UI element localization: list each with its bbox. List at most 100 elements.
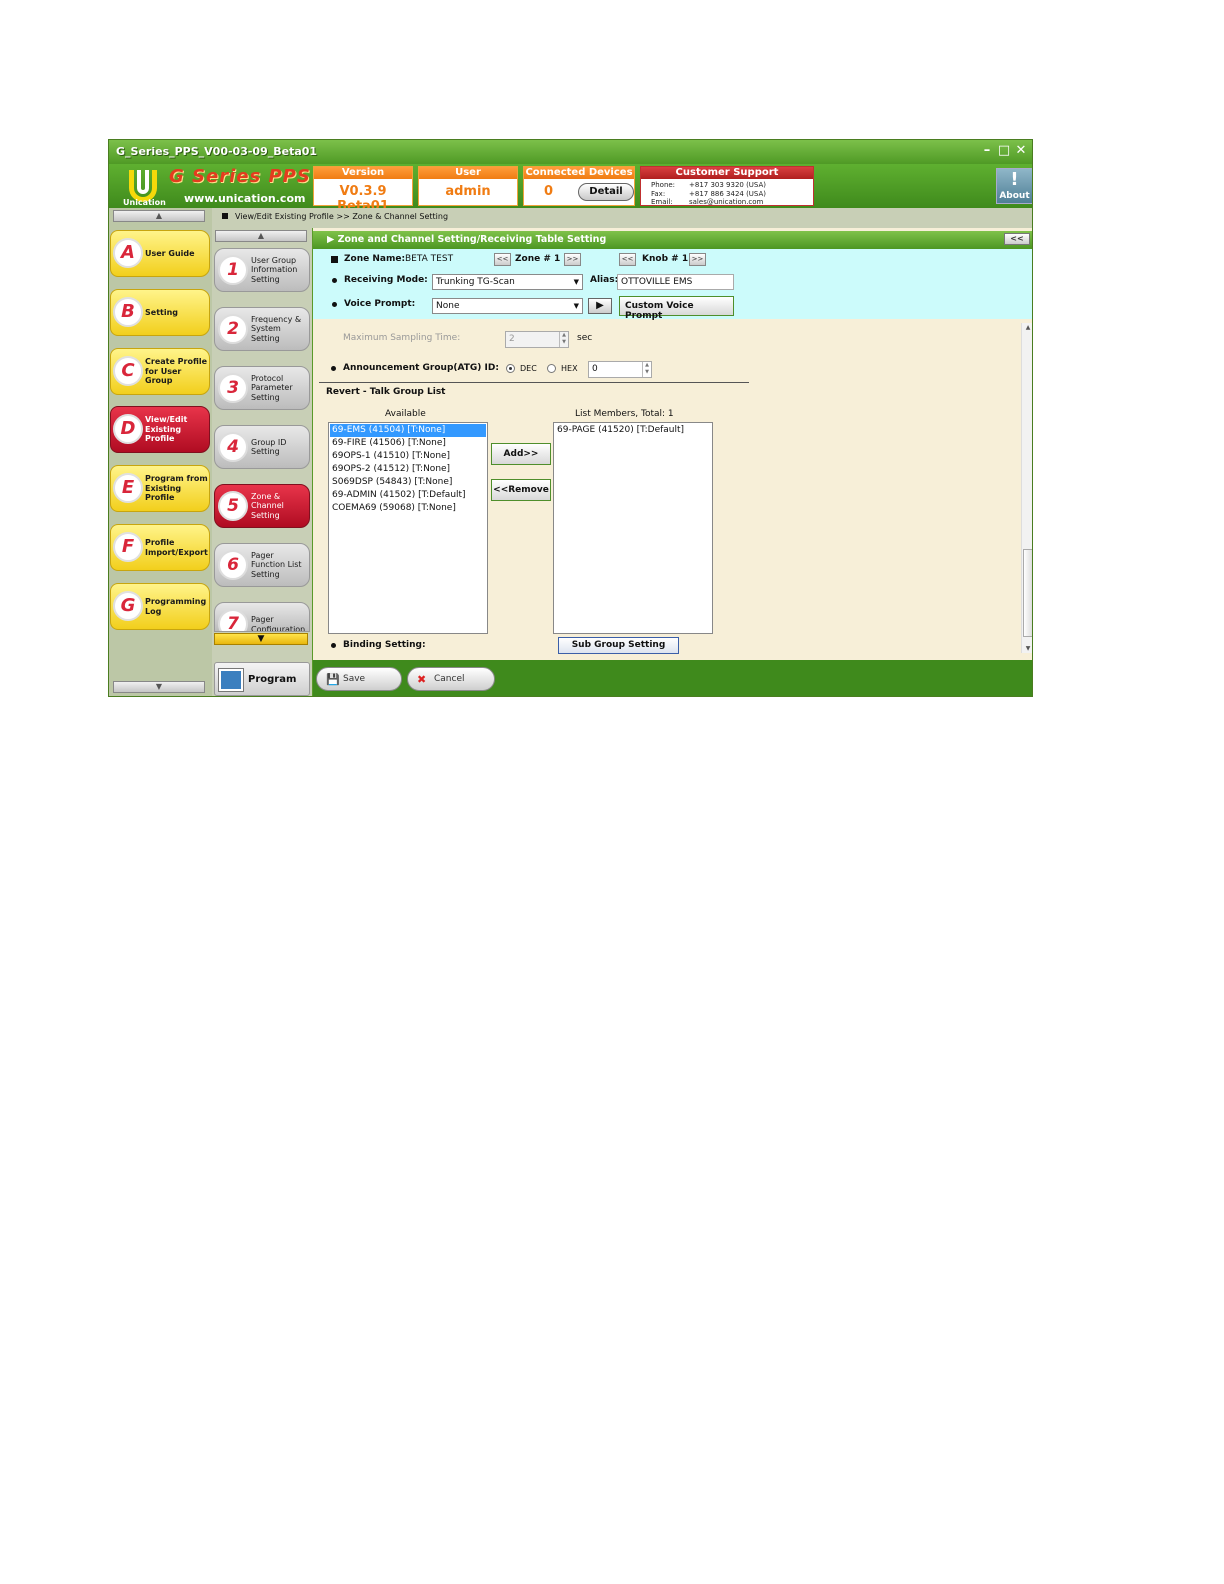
bullet-icon bbox=[332, 278, 337, 283]
custom-voice-prompt-button[interactable]: Custom Voice Prompt bbox=[619, 296, 734, 321]
nav-view-edit-profile[interactable]: D View/Edit Existing Profile bbox=[110, 406, 210, 453]
detail-button[interactable]: Detail bbox=[578, 183, 634, 201]
support-email: sales@unication.com bbox=[689, 198, 764, 206]
max-sampling-label: Maximum Sampling Time: bbox=[343, 333, 461, 343]
vertical-scrollbar[interactable]: ▲ ▼ bbox=[1021, 323, 1032, 653]
spinner-arrows-icon[interactable]: ▲ ▼ bbox=[642, 362, 651, 377]
alias-label: Alias: bbox=[590, 275, 619, 285]
binding-setting-label: Binding Setting: bbox=[343, 640, 426, 650]
spinner-arrows-icon[interactable]: ▲ ▼ bbox=[559, 332, 568, 347]
list-item[interactable]: 69-EMS (41504) [T:None] bbox=[330, 424, 486, 437]
step-protocol-parameter[interactable]: 3 Protocol Parameter Setting bbox=[214, 366, 310, 410]
sec-label: sec bbox=[577, 333, 593, 343]
dec-label: DEC bbox=[520, 364, 537, 373]
stepnav-scroll-up-icon[interactable]: ▲ bbox=[215, 230, 307, 242]
cancel-icon: ✖ bbox=[417, 673, 427, 686]
list-item[interactable]: COEMA69 (59068) [T:None] bbox=[330, 502, 486, 515]
nav-user-guide[interactable]: A User Guide bbox=[110, 230, 210, 277]
alias-input[interactable]: OTTOVILLE EMS bbox=[617, 274, 734, 290]
customer-support-box: Customer Support Phone: +817 303 9320 (US… bbox=[640, 166, 814, 206]
list-item[interactable]: 69-PAGE (41520) [T:Default] bbox=[555, 424, 711, 437]
dec-radio[interactable] bbox=[506, 364, 515, 373]
dropdown-arrow-icon: ▼ bbox=[573, 278, 579, 286]
hex-label: HEX bbox=[561, 364, 578, 373]
info-icon: ! bbox=[1010, 169, 1019, 190]
list-members-label: List Members, Total: 1 bbox=[575, 409, 674, 419]
available-label: Available bbox=[385, 409, 426, 419]
bullet-icon bbox=[331, 643, 336, 648]
zone-prev-button[interactable]: << bbox=[494, 253, 511, 266]
divider bbox=[319, 382, 749, 383]
sub-group-setting-button[interactable]: Sub Group Setting bbox=[558, 637, 679, 654]
brand-title: G Series PPS bbox=[169, 166, 311, 187]
minimize-icon[interactable]: – bbox=[980, 143, 994, 159]
scroll-thumb[interactable] bbox=[1023, 549, 1032, 637]
lower-settings-pane: Maximum Sampling Time: 2 ▲ ▼ sec Announce… bbox=[313, 319, 1032, 660]
step-frequency-system[interactable]: 2 Frequency & System Setting bbox=[214, 307, 310, 351]
available-list[interactable]: 69-EMS (41504) [T:None] 69-FIRE (41506) … bbox=[328, 422, 488, 634]
stepnav-scroll-down-icon[interactable]: ▼ bbox=[214, 633, 308, 645]
nav-programming-log[interactable]: G Programming Log bbox=[110, 583, 210, 630]
hex-radio[interactable] bbox=[547, 364, 556, 373]
cancel-button[interactable]: ✖ Cancel bbox=[407, 667, 495, 691]
step-user-group-info[interactable]: 1 User Group Information Setting bbox=[214, 248, 310, 292]
save-button[interactable]: 💾 Save bbox=[316, 667, 402, 691]
knob-prev-button[interactable]: << bbox=[619, 253, 636, 266]
zone-number: Zone # 1 bbox=[515, 254, 561, 264]
list-item[interactable]: 69-FIRE (41506) [T:None] bbox=[330, 437, 486, 450]
panel-title-bar: ▶ Zone and Channel Setting/Receiving Tab… bbox=[313, 231, 1032, 249]
leftnav-scroll-up-icon[interactable]: ▲ bbox=[113, 210, 205, 222]
version-box: Version V0.3.9 Beta01 bbox=[313, 166, 413, 214]
program-icon bbox=[219, 669, 243, 691]
zone-name-label: Zone Name: bbox=[344, 254, 406, 264]
step-group-id[interactable]: 4 Group ID Setting bbox=[214, 425, 310, 469]
leftnav-scroll-down-icon[interactable]: ▼ bbox=[113, 681, 205, 693]
nav-setting[interactable]: B Setting bbox=[110, 289, 210, 336]
zone-settings-section: Zone Name: BETA TEST << Zone # 1 >> << K… bbox=[313, 249, 1032, 321]
zone-next-button[interactable]: >> bbox=[564, 253, 581, 266]
members-list[interactable]: 69-PAGE (41520) [T:Default] bbox=[553, 422, 713, 634]
nav-program-from-profile[interactable]: E Program from Existing Profile bbox=[110, 465, 210, 512]
dropdown-arrow-icon: ▼ bbox=[573, 302, 579, 310]
list-item[interactable]: 69OPS-2 (41512) [T:None] bbox=[330, 463, 486, 476]
zone-name-square-icon bbox=[331, 256, 338, 263]
add-button[interactable]: Add>> bbox=[491, 443, 551, 465]
knob-number: Knob # 1 bbox=[642, 254, 689, 264]
header: Unication G Series PPS www.unication.com… bbox=[109, 164, 1032, 214]
title-bar: G_Series_PPS_V00-03-09_Beta01 – □ ✕ bbox=[109, 140, 1032, 164]
user-box: User admin bbox=[418, 166, 518, 206]
voice-prompt-select[interactable]: None ▼ bbox=[432, 298, 583, 314]
scroll-up-icon[interactable]: ▲ bbox=[1022, 324, 1032, 331]
program-button[interactable]: Program bbox=[214, 662, 310, 696]
step-pager-function-list[interactable]: 6 Pager Function List Setting bbox=[214, 543, 310, 587]
collapse-button[interactable]: << bbox=[1004, 233, 1030, 245]
close-icon[interactable]: ✕ bbox=[1014, 143, 1028, 159]
nav-profile-import-export[interactable]: F Profile Import/Export bbox=[110, 524, 210, 571]
knob-next-button[interactable]: >> bbox=[689, 253, 706, 266]
receiving-mode-select[interactable]: Trunking TG-Scan ▼ bbox=[432, 274, 583, 290]
bullet-icon bbox=[332, 302, 337, 307]
step-zone-channel[interactable]: 5 Zone & Channel Setting bbox=[214, 484, 310, 528]
list-item[interactable]: S069DSP (54843) [T:None] bbox=[330, 476, 486, 489]
remove-button[interactable]: <<Remove bbox=[491, 479, 551, 501]
atg-label: Announcement Group(ATG) ID: bbox=[343, 363, 499, 373]
atg-id-input[interactable]: 0 ▲ ▼ bbox=[588, 361, 652, 378]
step-nav: ▲ 1 User Group Information Setting 2 Fre… bbox=[212, 228, 312, 696]
app-window: G_Series_PPS_V00-03-09_Beta01 – □ ✕ Unic… bbox=[108, 139, 1033, 697]
play-prompt-button[interactable]: ▶ bbox=[588, 298, 612, 314]
website-link[interactable]: www.unication.com bbox=[184, 192, 305, 205]
list-item[interactable]: 69-ADMIN (41502) [T:Default] bbox=[330, 489, 486, 502]
play-arrow-icon: ▶ bbox=[327, 234, 335, 245]
breadcrumb-square-icon bbox=[222, 213, 228, 219]
panel-title: Zone and Channel Setting/Receiving Table… bbox=[337, 234, 607, 245]
max-sampling-input[interactable]: 2 ▲ ▼ bbox=[505, 331, 569, 348]
connected-devices-box: Connected Devices 0 Detail bbox=[523, 166, 635, 206]
maximize-icon[interactable]: □ bbox=[997, 143, 1011, 159]
list-item[interactable]: 69OPS-1 (41510) [T:None] bbox=[330, 450, 486, 463]
about-button[interactable]: ! About bbox=[996, 168, 1032, 204]
nav-create-profile[interactable]: C Create Profile for User Group bbox=[110, 348, 210, 395]
step-pager-configuration[interactable]: 7 Pager Configuration bbox=[214, 602, 310, 632]
scroll-down-icon[interactable]: ▼ bbox=[1022, 645, 1032, 652]
user-value: admin bbox=[445, 184, 491, 199]
bullet-icon bbox=[331, 366, 336, 371]
